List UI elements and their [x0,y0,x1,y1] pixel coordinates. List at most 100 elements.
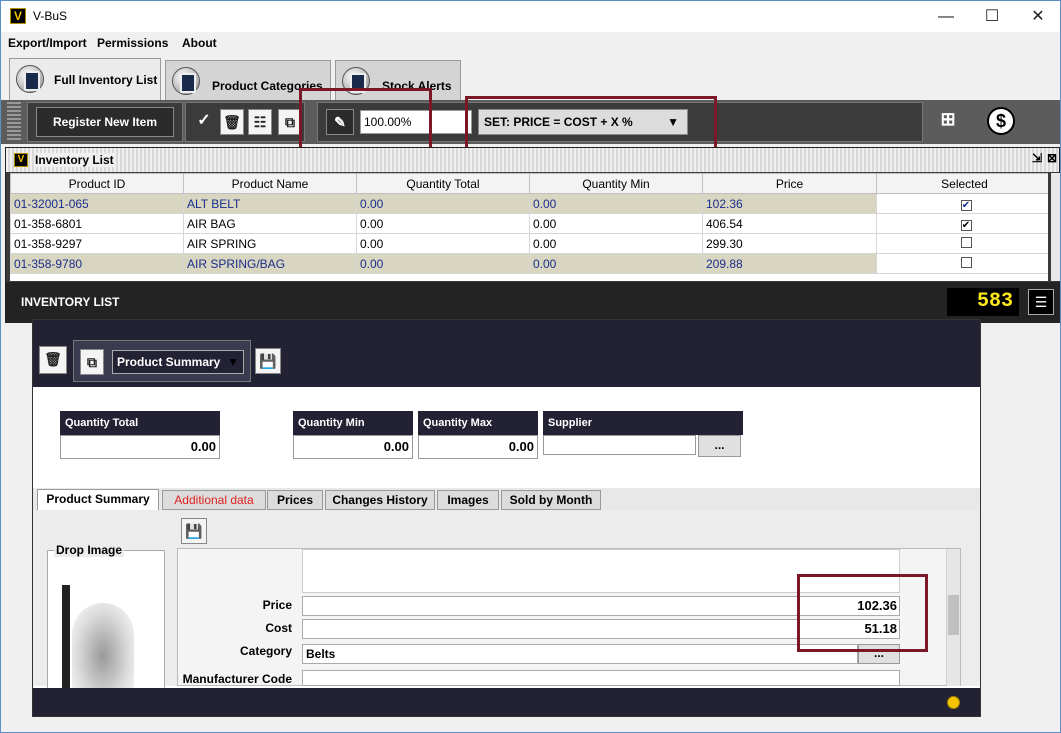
table-scrollbar[interactable] [1051,173,1060,281]
cell-name: AIR SPRING [183,233,357,254]
qty-max-field: Quantity Max 0.00 [418,411,538,459]
checked-checkbox[interactable]: ✔ [960,199,972,211]
menu-export-import[interactable]: Export/Import [8,32,87,54]
maximize-button[interactable]: ☐ [969,1,1015,32]
categories-icon [172,67,200,95]
drop-image-area[interactable]: Drop Image [47,543,165,691]
footer-label: INVENTORY LIST [21,295,120,309]
restore-icon[interactable]: ⇲ [1032,151,1042,165]
placeholder-graphic [72,603,134,691]
cost-label: Cost [265,621,292,635]
cell-qty-min: 0.00 [529,253,703,274]
tab-changes-history[interactable]: Changes History [325,490,435,510]
check-icon[interactable]: ✓ [192,109,216,135]
main-tab-strip: Full Inventory List Product Categories S… [1,54,1060,100]
cell-id: 01-358-9780 [10,253,184,274]
inventory-list-panel: V Inventory List ⇲ ⊠ Product ID Product N… [5,147,1060,323]
register-new-item-button[interactable]: Register New Item [36,107,174,137]
cell-id: 01-358-9297 [10,233,184,254]
watermark-strip [62,585,70,691]
cell-qty-total: 0.00 [356,213,530,234]
menu-about[interactable]: About [182,32,217,54]
field-label: Quantity Max [418,411,538,435]
supplier-input[interactable] [543,435,696,455]
column-header[interactable]: Product ID [10,173,184,194]
scroll-thumb[interactable] [948,595,959,635]
unchecked-checkbox[interactable] [960,256,972,268]
view-select-value: Product Summary [117,355,221,369]
settings-sliders-icon[interactable]: ☰ [1028,289,1054,315]
qty-total-field: Quantity Total 0.00 [60,411,220,459]
detail-toolbar: 🗑 ⧉ Product Summary ▼ 💾 [33,320,980,387]
clipboard-icon[interactable]: ☷ [248,109,272,135]
menu-bar: Export/Import Permissions About [1,32,1060,54]
qty-min-field: Quantity Min 0.00 [293,411,413,459]
cell-qty-total: 0.00 [356,253,530,274]
column-header[interactable]: Quantity Total [356,173,530,194]
save-icon[interactable]: 💾 [255,348,281,374]
price-label: Price [262,598,292,612]
qty-total-value[interactable]: 0.00 [60,435,220,459]
trash-icon[interactable]: 🗑 [39,346,67,374]
column-header[interactable]: Quantity Min [529,173,703,194]
manufacturer-input[interactable] [302,670,900,686]
field-label: Supplier [543,411,743,435]
panel-logo-icon: V [14,153,28,167]
product-detail-panel: 🗑 ⧉ Product Summary ▼ 💾 Quantity Total 0… [32,319,981,717]
inventory-footer: INVENTORY LIST 583 ☰ [6,282,1059,323]
close-button[interactable]: ✕ [1015,1,1060,32]
save-icon[interactable]: 💾 [181,518,207,544]
qty-max-value[interactable]: 0.00 [418,435,538,459]
qty-min-value[interactable]: 0.00 [293,435,413,459]
category-label: Category [239,644,292,658]
trash-icon[interactable]: 🗑 [220,109,244,135]
cell-qty-min: 0.00 [529,233,703,254]
tab-images[interactable]: Images [437,490,499,510]
cell-price: 406.54 [702,213,877,234]
table-row[interactable]: 01-32001-065 ALT BELT 0.00 0.00 102.36 ✔ [10,193,1048,214]
cell-name: AIR BAG [183,213,357,234]
inventory-table: Product ID Product Name Quantity Total Quan… [10,173,1048,281]
cell-selected: ✔ [876,193,1048,214]
detail-status-bar [33,688,980,716]
view-select[interactable]: Product Summary ▼ [112,350,244,374]
cell-price: 209.88 [702,253,877,274]
cell-qty-min: 0.00 [529,193,703,214]
copy-icon[interactable]: ⧉ [80,349,104,375]
checked-checkbox[interactable]: ✔ [960,219,972,231]
action-group: ✓ 🗑 ☷ ⧉ [185,102,305,142]
tab-label: Full Inventory List [54,73,158,87]
dollar-icon[interactable]: $ [987,107,1015,135]
column-header[interactable]: Price [702,173,877,194]
tab-sold-by-month[interactable]: Sold by Month [501,490,601,510]
tab-prices[interactable]: Prices [267,490,323,510]
maximize-icon[interactable]: ⊠ [1047,151,1057,165]
cell-selected [876,233,1048,254]
add-list-icon[interactable]: ⊞ [934,107,962,135]
unchecked-checkbox[interactable] [960,236,972,248]
minimize-button[interactable]: — [923,1,969,32]
table-row[interactable]: 01-358-6801 AIR BAG 0.00 0.00 406.54 ✔ [10,213,1048,234]
tab-product-summary[interactable]: Product Summary [37,489,159,510]
table-header-row: Product ID Product Name Quantity Total Quan… [10,173,1048,194]
toolbar-grip[interactable] [7,102,21,142]
category-input[interactable]: Belts [302,644,858,664]
drop-image-label: Drop Image [54,543,125,557]
column-header[interactable]: Selected [876,173,1048,194]
cell-qty-total: 0.00 [356,193,530,214]
tab-additional-data[interactable]: Additional data [162,490,266,510]
cell-id: 01-32001-065 [10,193,184,214]
field-label: Quantity Total [60,411,220,435]
column-header[interactable]: Product Name [183,173,357,194]
menu-permissions[interactable]: Permissions [97,32,168,54]
table-row[interactable]: 01-358-9297 AIR SPRING 0.00 0.00 299.30 [10,233,1048,254]
tab-full-inventory-list[interactable]: Full Inventory List [9,58,161,100]
view-group: ⧉ Product Summary ▼ [73,340,251,382]
cell-name: ALT BELT [183,193,357,214]
field-label: Quantity Min [293,411,413,435]
supplier-browse-button[interactable]: ... [698,435,741,457]
form-scrollbar[interactable] [946,549,960,686]
cell-name: AIR SPRING/BAG [183,253,357,274]
manufacturer-label: Manufacturer Code [182,672,292,686]
table-row[interactable]: 01-358-9780 AIR SPRING/BAG 0.00 0.00 209.88 [10,253,1048,274]
